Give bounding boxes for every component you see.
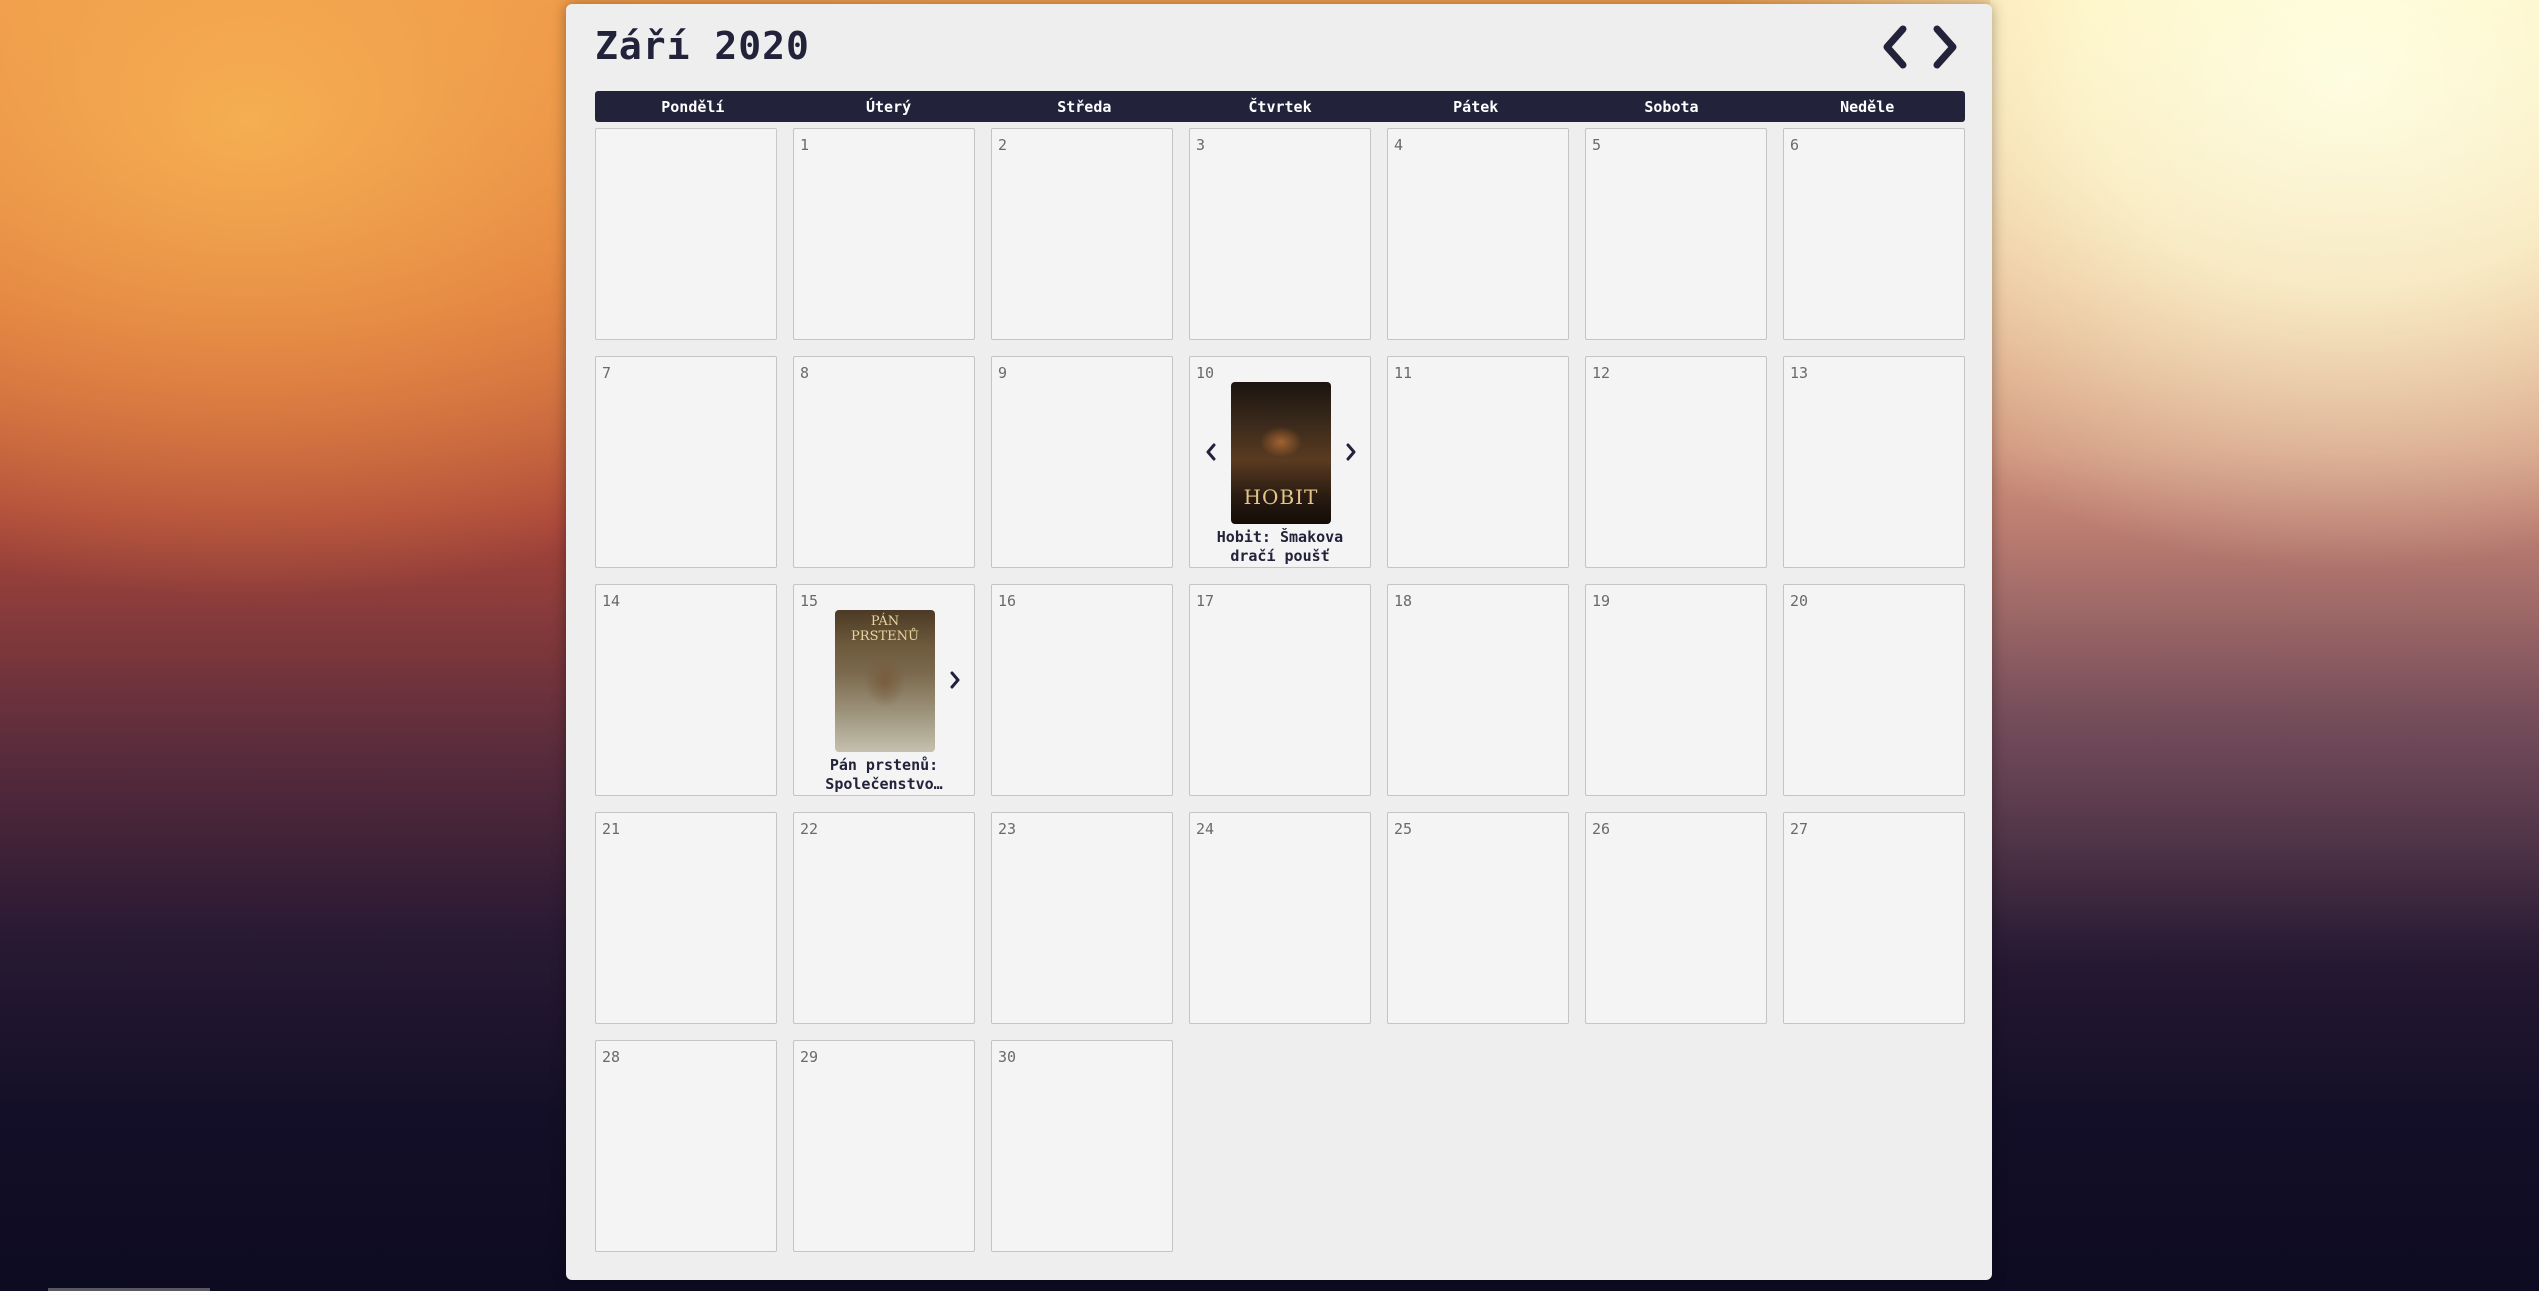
day-cell[interactable]: 7 [595,356,777,568]
chevron-right-icon [1933,25,1957,69]
day-cell[interactable]: 4 [1387,128,1569,340]
previous-month-button[interactable] [1872,22,1918,72]
day-cell[interactable]: 29 [793,1040,975,1252]
chevron-right-icon [1346,443,1356,461]
day-cell[interactable]: 14 [595,584,777,796]
next-month-button[interactable] [1922,22,1968,72]
day-cell[interactable]: 19 [1585,584,1767,796]
day-number: 4 [1394,136,1404,154]
day-number: 20 [1790,592,1809,610]
weekday-label: Neděle [1840,97,1895,116]
chevron-left-icon [1206,443,1216,461]
day-cell[interactable]: 2 [991,128,1173,340]
weekday-label: Pátek [1453,97,1499,116]
day-cell[interactable]: 6 [1783,128,1965,340]
poster-title: PÁN PRSTENŮ [851,614,919,644]
day-cell-empty [595,128,777,340]
background-glow [1990,0,2539,1291]
day-cell[interactable]: 28 [595,1040,777,1252]
day-cell[interactable]: 8 [793,356,975,568]
day-number: 1 [800,136,810,154]
event-title-line: Hobit: Šmakova [1216,528,1344,546]
event-title-line: Pán prstenů: [829,756,939,774]
day-number: 7 [602,364,612,382]
event-title-line: Společenstvo… [825,775,943,793]
day-cell[interactable]: 24 [1189,812,1371,1024]
event-carousel: PÁN PRSTENŮ [794,609,976,759]
day-cell[interactable]: 30 [991,1040,1173,1252]
day-cell[interactable]: 3 [1189,128,1371,340]
event-carousel: HOBIT [1190,381,1372,531]
movie-poster[interactable]: HOBIT [1231,382,1331,524]
day-number: 9 [998,364,1008,382]
day-number: 18 [1394,592,1413,610]
event-title[interactable]: Hobit: Šmakova dračí poušť [1194,528,1366,566]
day-cell[interactable]: 13 [1783,356,1965,568]
day-cell[interactable]: 26 [1585,812,1767,1024]
day-cell[interactable]: 18 [1387,584,1569,796]
day-cell[interactable]: 5 [1585,128,1767,340]
day-number: 29 [800,1048,819,1066]
day-number: 16 [998,592,1017,610]
day-number: 22 [800,820,819,838]
day-number: 6 [1790,136,1800,154]
day-number: 27 [1790,820,1809,838]
day-number: 21 [602,820,621,838]
calendar-panel: Září 2020 Pondělí Úterý Středa Čtvrtek P… [566,4,1992,1280]
day-cell[interactable]: 27 [1783,812,1965,1024]
event-prev-button[interactable] [1202,439,1220,465]
day-number: 26 [1592,820,1611,838]
day-number: 10 [1196,364,1215,382]
movie-poster[interactable]: PÁN PRSTENŮ [835,610,935,752]
day-number: 12 [1592,364,1611,382]
day-cell[interactable]: 16 [991,584,1173,796]
day-cell[interactable]: 9 [991,356,1173,568]
day-number: 25 [1394,820,1413,838]
day-cell[interactable]: 12 [1585,356,1767,568]
page-title: Září 2020 [595,24,810,68]
event-title-line: dračí poušť [1230,547,1330,565]
day-cell-with-event[interactable]: 15 PÁN PRSTENŮ Pán prstenů: Společenstvo… [793,584,975,796]
event-title[interactable]: Pán prstenů: Společenstvo… [798,756,970,794]
day-cell[interactable]: 22 [793,812,975,1024]
day-number: 2 [998,136,1008,154]
day-cell[interactable]: 23 [991,812,1173,1024]
weekday-label: Středa [1057,97,1112,116]
weekday-label: Pondělí [661,97,725,116]
day-number: 5 [1592,136,1602,154]
day-cell[interactable]: 25 [1387,812,1569,1024]
day-cell[interactable]: 1 [793,128,975,340]
chevron-left-icon [1883,25,1907,69]
day-number: 23 [998,820,1017,838]
day-number: 24 [1196,820,1215,838]
day-number: 11 [1394,364,1413,382]
chevron-right-icon [950,671,960,689]
poster-title: HOBIT [1243,485,1319,509]
day-cell[interactable]: 11 [1387,356,1569,568]
day-number: 3 [1196,136,1206,154]
day-number: 15 [800,592,819,610]
event-next-button[interactable] [946,667,964,693]
weekday-header: Pondělí Úterý Středa Čtvrtek Pátek Sobot… [595,91,1965,122]
day-number: 8 [800,364,810,382]
day-cell[interactable]: 20 [1783,584,1965,796]
day-cell[interactable]: 17 [1189,584,1371,796]
day-cell-with-event[interactable]: 10 HOBIT Hobit: Šmakova dračí poušť [1189,356,1371,568]
day-number: 14 [602,592,621,610]
day-number: 17 [1196,592,1215,610]
weekday-label: Sobota [1644,97,1699,116]
weekday-label: Čtvrtek [1248,97,1312,116]
day-number: 30 [998,1048,1017,1066]
event-next-button[interactable] [1342,439,1360,465]
weekday-label: Úterý [866,97,912,116]
day-cell[interactable]: 21 [595,812,777,1024]
day-number: 19 [1592,592,1611,610]
day-number: 13 [1790,364,1809,382]
day-number: 28 [602,1048,621,1066]
